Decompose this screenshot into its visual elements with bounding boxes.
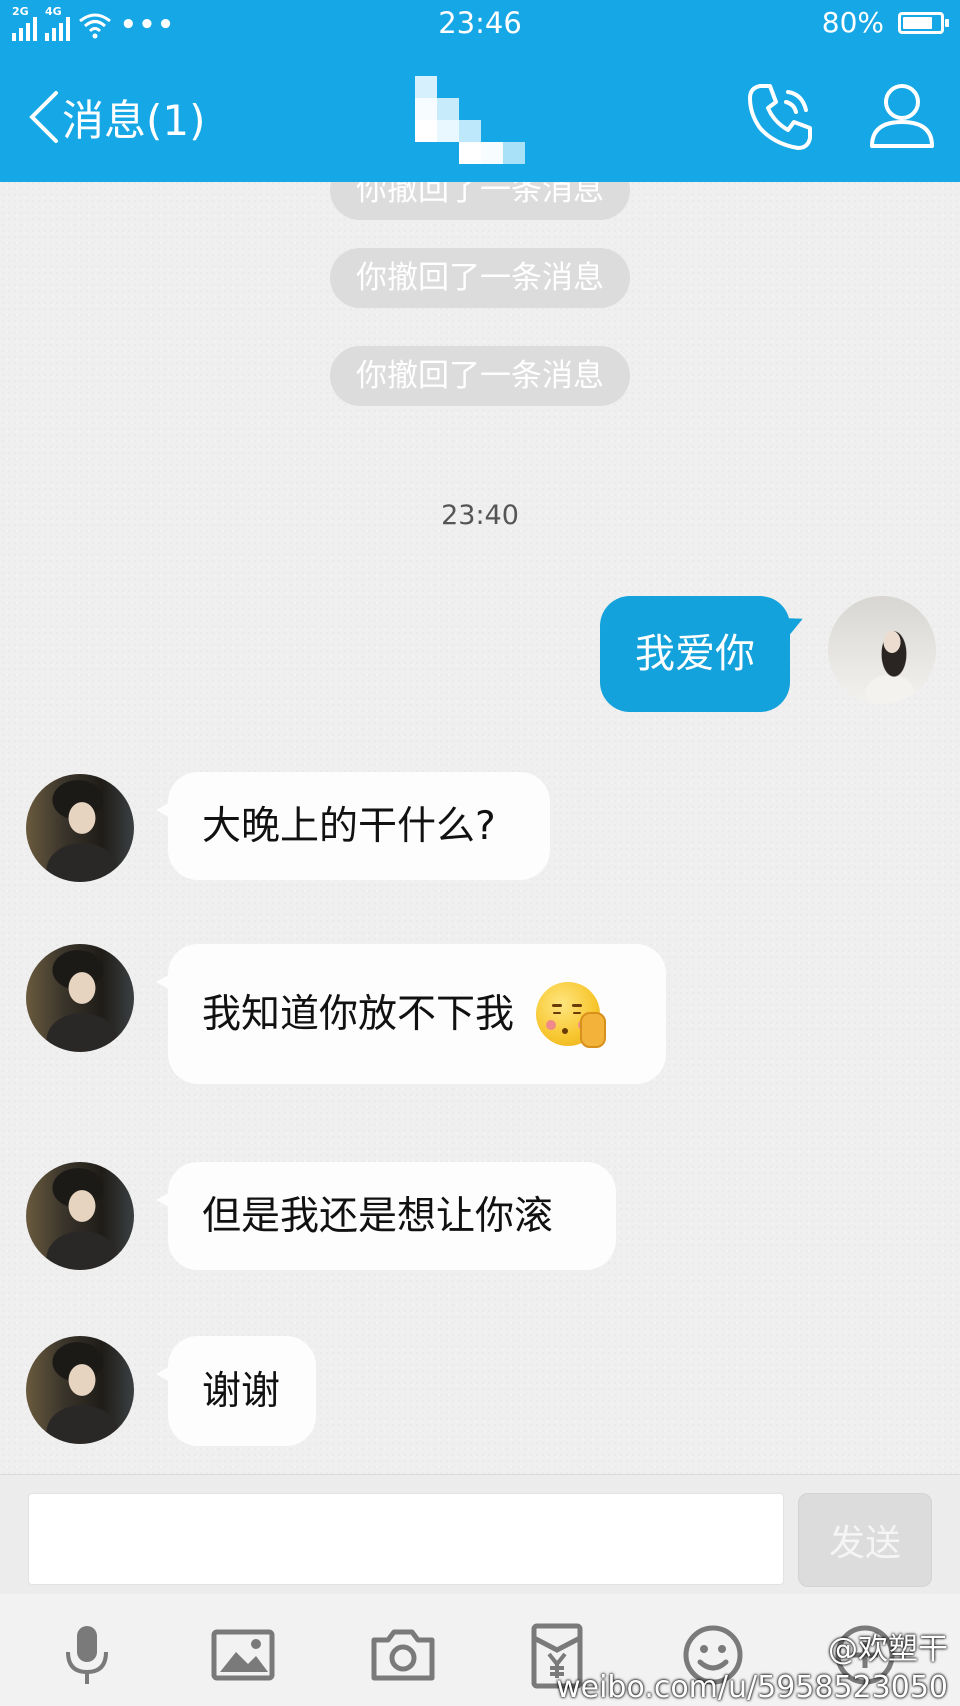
status-time: 23:46	[438, 6, 522, 40]
system-message-recalled: 你撤回了一条消息	[330, 346, 630, 406]
chevron-left-icon	[29, 91, 58, 143]
phone-icon	[748, 84, 812, 150]
contact-avatar[interactable]	[26, 1162, 134, 1270]
chat-header: 2G 4G ••• 23:46 80% 消息(1)	[0, 0, 960, 182]
microphone-icon[interactable]	[52, 1620, 122, 1690]
status-right: 80%	[821, 6, 949, 39]
contact-avatar[interactable]	[26, 1336, 134, 1444]
camera-icon[interactable]	[368, 1620, 438, 1690]
outgoing-message-bubble[interactable]: 我爱你	[600, 596, 790, 712]
weibo-watermark: @欢塑干 weibo.com/u/5958523050	[556, 1624, 948, 1705]
message-input[interactable]	[28, 1493, 784, 1585]
battery-icon	[898, 11, 949, 34]
chat-message-list[interactable]: 你撤回了一条消息 你撤回了一条消息 你撤回了一条消息 23:40 我爱你 大晚上…	[0, 182, 960, 1474]
status-bar: 2G 4G ••• 23:46 80%	[0, 0, 960, 50]
contact-profile-button[interactable]	[864, 78, 940, 154]
composer-bar: 发送	[0, 1474, 960, 1595]
system-message-recalled: 你撤回了一条消息	[330, 248, 630, 308]
watermark-url: weibo.com/u/5958523050	[556, 1670, 948, 1705]
send-button[interactable]: 发送	[798, 1493, 932, 1587]
incoming-message-bubble[interactable]: 但是我还是想让你滚	[156, 1162, 616, 1270]
message-timestamp: 23:40	[441, 500, 519, 531]
back-label: 消息(1)	[62, 95, 206, 145]
contact-avatar[interactable]	[26, 774, 134, 882]
my-avatar[interactable]	[828, 596, 936, 704]
message-text: 我知道你放不下我	[202, 991, 515, 1037]
image-icon[interactable]	[208, 1620, 278, 1690]
voice-call-button[interactable]	[744, 78, 820, 154]
battery-percent: 80%	[821, 6, 884, 39]
incoming-message-bubble[interactable]: 我知道你放不下我	[156, 944, 666, 1084]
watermark-handle: @欢塑干	[828, 1632, 948, 1667]
navigation-bar: 消息(1)	[0, 60, 960, 170]
person-icon	[870, 84, 934, 148]
shy-pick-nose-emoji-icon	[536, 982, 607, 1048]
contact-avatar[interactable]	[26, 944, 134, 1052]
contact-name-pixelated	[410, 70, 550, 170]
incoming-message-bubble[interactable]: 谢谢	[156, 1336, 316, 1446]
back-button[interactable]: 消息(1)	[26, 82, 206, 152]
incoming-message-bubble[interactable]: 大晚上的干什么?	[156, 772, 550, 880]
system-message-recalled: 你撤回了一条消息	[330, 182, 630, 220]
